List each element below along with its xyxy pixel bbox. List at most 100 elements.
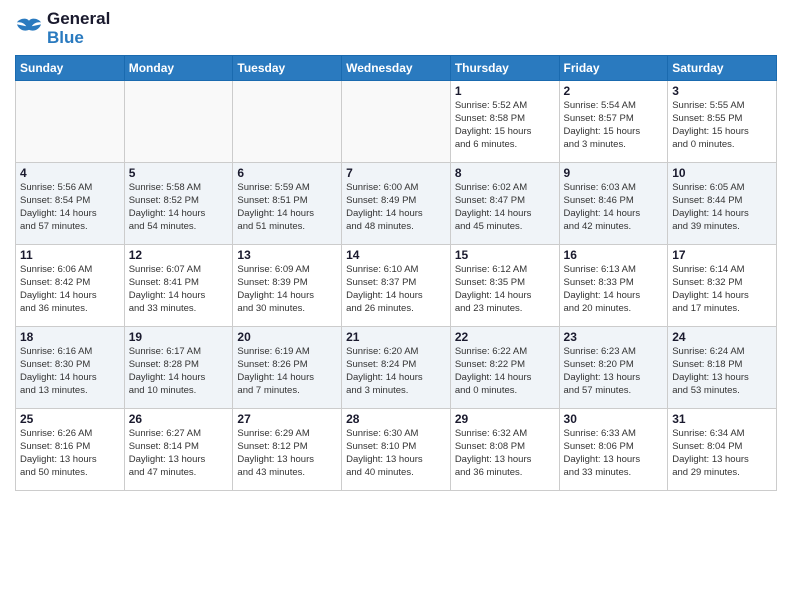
day-number: 29 <box>455 412 555 426</box>
day-number: 9 <box>564 166 664 180</box>
day-info: Sunrise: 5:52 AM Sunset: 8:58 PM Dayligh… <box>455 100 555 151</box>
day-number: 2 <box>564 84 664 98</box>
calendar-day: 23Sunrise: 6:23 AM Sunset: 8:20 PM Dayli… <box>559 327 668 409</box>
day-number: 20 <box>237 330 337 344</box>
calendar-day: 21Sunrise: 6:20 AM Sunset: 8:24 PM Dayli… <box>342 327 451 409</box>
calendar-week-row: 11 Sunrise: 6:06 AM Sunset: 8:42 PM Dayli… <box>16 245 777 327</box>
calendar-header-saturday: Saturday <box>668 56 777 81</box>
calendar-day: 31 Sunrise: 6:34 AM Sunset: 8:04 PM Dayli… <box>668 409 777 491</box>
day-number: 15 <box>455 248 555 262</box>
day-number: 30 <box>564 412 664 426</box>
day-number: 22 <box>455 330 555 344</box>
calendar-day: 14 Sunrise: 6:10 AM Sunset: 8:37 PM Dayli… <box>342 245 451 327</box>
day-number: 5 <box>129 166 229 180</box>
calendar-header-thursday: Thursday <box>450 56 559 81</box>
calendar-table: SundayMondayTuesdayWednesdayThursdayFrid… <box>15 55 777 491</box>
calendar-day: 18Sunrise: 6:16 AM Sunset: 8:30 PM Dayli… <box>16 327 125 409</box>
day-number: 13 <box>237 248 337 262</box>
day-number: 8 <box>455 166 555 180</box>
day-number: 16 <box>564 248 664 262</box>
day-info: Sunrise: 6:23 AM Sunset: 8:20 PM Dayligh… <box>564 346 664 397</box>
day-number: 26 <box>129 412 229 426</box>
day-info: Sunrise: 6:17 AM Sunset: 8:28 PM Dayligh… <box>129 346 229 397</box>
day-info: Sunrise: 6:10 AM Sunset: 8:37 PM Dayligh… <box>346 264 446 315</box>
day-info: Sunrise: 6:16 AM Sunset: 8:30 PM Dayligh… <box>20 346 120 397</box>
day-info: Sunrise: 6:26 AM Sunset: 8:16 PM Dayligh… <box>20 428 120 479</box>
calendar-day: 30Sunrise: 6:33 AM Sunset: 8:06 PM Dayli… <box>559 409 668 491</box>
calendar-day: 11 Sunrise: 6:06 AM Sunset: 8:42 PM Dayli… <box>16 245 125 327</box>
day-number: 31 <box>672 412 772 426</box>
day-number: 1 <box>455 84 555 98</box>
day-info: Sunrise: 5:59 AM Sunset: 8:51 PM Dayligh… <box>237 182 337 233</box>
day-info: Sunrise: 5:58 AM Sunset: 8:52 PM Dayligh… <box>129 182 229 233</box>
calendar-day: 4 Sunrise: 5:56 AM Sunset: 8:54 PM Daylig… <box>16 163 125 245</box>
calendar-header-row: SundayMondayTuesdayWednesdayThursdayFrid… <box>16 56 777 81</box>
calendar-day <box>342 81 451 163</box>
calendar-day: 1 Sunrise: 5:52 AM Sunset: 8:58 PM Daylig… <box>450 81 559 163</box>
day-info: Sunrise: 6:12 AM Sunset: 8:35 PM Dayligh… <box>455 264 555 315</box>
calendar-day: 12Sunrise: 6:07 AM Sunset: 8:41 PM Dayli… <box>124 245 233 327</box>
day-number: 24 <box>672 330 772 344</box>
logo-text-general: General <box>47 10 110 29</box>
day-info: Sunrise: 6:05 AM Sunset: 8:44 PM Dayligh… <box>672 182 772 233</box>
calendar-day: 7 Sunrise: 6:00 AM Sunset: 8:49 PM Daylig… <box>342 163 451 245</box>
day-number: 4 <box>20 166 120 180</box>
day-number: 19 <box>129 330 229 344</box>
day-number: 10 <box>672 166 772 180</box>
calendar-day: 2 Sunrise: 5:54 AM Sunset: 8:57 PM Daylig… <box>559 81 668 163</box>
calendar-day <box>124 81 233 163</box>
day-number: 21 <box>346 330 446 344</box>
day-info: Sunrise: 6:34 AM Sunset: 8:04 PM Dayligh… <box>672 428 772 479</box>
calendar-week-row: 25Sunrise: 6:26 AM Sunset: 8:16 PM Dayli… <box>16 409 777 491</box>
calendar-header-monday: Monday <box>124 56 233 81</box>
day-number: 12 <box>129 248 229 262</box>
logo-text-blue: Blue <box>47 29 110 48</box>
calendar-day: 13 Sunrise: 6:09 AM Sunset: 8:39 PM Dayli… <box>233 245 342 327</box>
day-number: 6 <box>237 166 337 180</box>
day-info: Sunrise: 5:54 AM Sunset: 8:57 PM Dayligh… <box>564 100 664 151</box>
calendar-week-row: 1 Sunrise: 5:52 AM Sunset: 8:58 PM Daylig… <box>16 81 777 163</box>
logo-icon <box>15 17 43 41</box>
calendar-header-tuesday: Tuesday <box>233 56 342 81</box>
calendar-day: 10 Sunrise: 6:05 AM Sunset: 8:44 PM Dayli… <box>668 163 777 245</box>
calendar-day: 6 Sunrise: 5:59 AM Sunset: 8:51 PM Daylig… <box>233 163 342 245</box>
day-number: 14 <box>346 248 446 262</box>
calendar-day: 9 Sunrise: 6:03 AM Sunset: 8:46 PM Daylig… <box>559 163 668 245</box>
calendar-day: 3Sunrise: 5:55 AM Sunset: 8:55 PM Daylig… <box>668 81 777 163</box>
calendar-week-row: 18Sunrise: 6:16 AM Sunset: 8:30 PM Dayli… <box>16 327 777 409</box>
day-info: Sunrise: 6:09 AM Sunset: 8:39 PM Dayligh… <box>237 264 337 315</box>
calendar-day: 16 Sunrise: 6:13 AM Sunset: 8:33 PM Dayli… <box>559 245 668 327</box>
calendar-day: 8 Sunrise: 6:02 AM Sunset: 8:47 PM Daylig… <box>450 163 559 245</box>
calendar-day: 29Sunrise: 6:32 AM Sunset: 8:08 PM Dayli… <box>450 409 559 491</box>
day-info: Sunrise: 6:00 AM Sunset: 8:49 PM Dayligh… <box>346 182 446 233</box>
day-number: 11 <box>20 248 120 262</box>
calendar-day: 5 Sunrise: 5:58 AM Sunset: 8:52 PM Daylig… <box>124 163 233 245</box>
day-info: Sunrise: 6:06 AM Sunset: 8:42 PM Dayligh… <box>20 264 120 315</box>
calendar-day <box>16 81 125 163</box>
day-number: 7 <box>346 166 446 180</box>
calendar-header-wednesday: Wednesday <box>342 56 451 81</box>
day-number: 3 <box>672 84 772 98</box>
calendar-day: 25Sunrise: 6:26 AM Sunset: 8:16 PM Dayli… <box>16 409 125 491</box>
day-info: Sunrise: 5:56 AM Sunset: 8:54 PM Dayligh… <box>20 182 120 233</box>
calendar-day: 28Sunrise: 6:30 AM Sunset: 8:10 PM Dayli… <box>342 409 451 491</box>
calendar-day: 24 Sunrise: 6:24 AM Sunset: 8:18 PM Dayli… <box>668 327 777 409</box>
calendar-header-friday: Friday <box>559 56 668 81</box>
day-info: Sunrise: 6:27 AM Sunset: 8:14 PM Dayligh… <box>129 428 229 479</box>
calendar-day: 20 Sunrise: 6:19 AM Sunset: 8:26 PM Dayli… <box>233 327 342 409</box>
calendar-day: 15 Sunrise: 6:12 AM Sunset: 8:35 PM Dayli… <box>450 245 559 327</box>
calendar-day: 27 Sunrise: 6:29 AM Sunset: 8:12 PM Dayli… <box>233 409 342 491</box>
day-number: 17 <box>672 248 772 262</box>
day-info: Sunrise: 6:22 AM Sunset: 8:22 PM Dayligh… <box>455 346 555 397</box>
day-info: Sunrise: 6:24 AM Sunset: 8:18 PM Dayligh… <box>672 346 772 397</box>
day-info: Sunrise: 6:29 AM Sunset: 8:12 PM Dayligh… <box>237 428 337 479</box>
calendar-day: 22 Sunrise: 6:22 AM Sunset: 8:22 PM Dayli… <box>450 327 559 409</box>
logo: General Blue <box>15 10 110 47</box>
calendar-week-row: 4 Sunrise: 5:56 AM Sunset: 8:54 PM Daylig… <box>16 163 777 245</box>
day-info: Sunrise: 6:13 AM Sunset: 8:33 PM Dayligh… <box>564 264 664 315</box>
day-info: Sunrise: 6:02 AM Sunset: 8:47 PM Dayligh… <box>455 182 555 233</box>
day-info: Sunrise: 6:19 AM Sunset: 8:26 PM Dayligh… <box>237 346 337 397</box>
day-info: Sunrise: 6:14 AM Sunset: 8:32 PM Dayligh… <box>672 264 772 315</box>
day-number: 27 <box>237 412 337 426</box>
day-info: Sunrise: 6:03 AM Sunset: 8:46 PM Dayligh… <box>564 182 664 233</box>
